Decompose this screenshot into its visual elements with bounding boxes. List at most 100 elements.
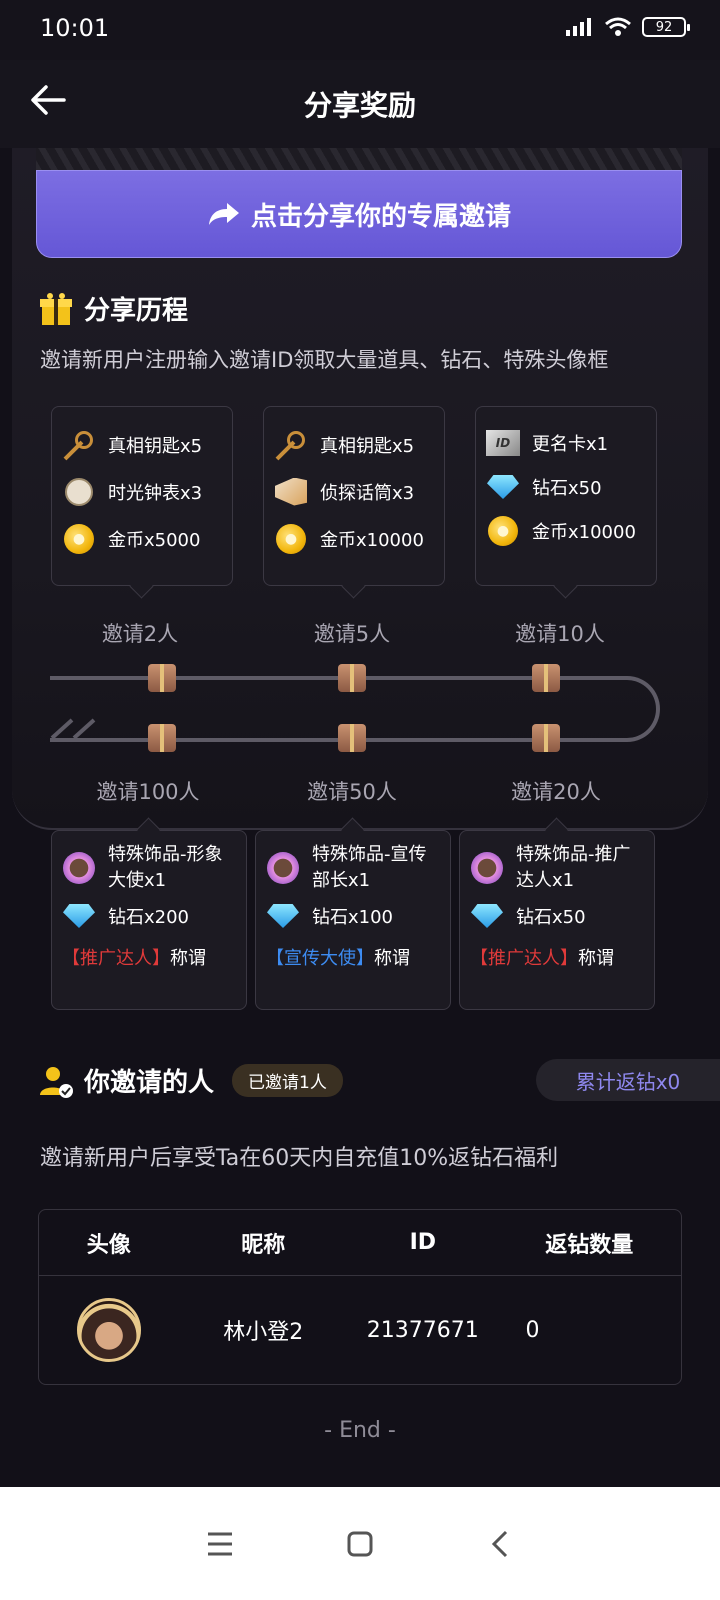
end-marker: - End - (324, 1418, 396, 1443)
reward-item: 钻石x200 (62, 895, 236, 937)
reward-item: 钻石x50 (470, 895, 644, 937)
reward-card-20: 特殊饰品-推广达人x1 钻石x50 【推广达人】 称谓 (459, 830, 655, 1010)
reward-item-text: 特殊饰品-形象大使x1 (108, 844, 223, 891)
title-badge: 【推广达人】 称谓 (470, 937, 644, 977)
badge-suffix: 称谓 (578, 948, 614, 969)
section-title-text: 你邀请的人 (84, 1068, 215, 1098)
reward-item: 真相钥匙x5 (62, 421, 222, 468)
reward-item-text: 真相钥匙x5 (320, 435, 415, 457)
diamond-icon (267, 904, 299, 928)
reward-item-text: 更名卡x1 (532, 434, 609, 455)
badge-suffix: 称谓 (374, 948, 410, 969)
track-end-slashes (50, 718, 96, 740)
reward-item: 侦探话筒x3 (274, 468, 434, 515)
reward-item-text: 钻石x100 (312, 907, 394, 928)
share-history-description: 邀请新用户注册输入邀请ID领取大量道具、钻石、特殊头像框 (40, 348, 609, 372)
invited-count-badge: 已邀请1人 (232, 1064, 343, 1097)
status-icons: 92 (564, 16, 690, 38)
status-time: 10:01 (40, 14, 110, 42)
invited-table: 头像 昵称 ID 返钻数量 林小登2 21377671 0 (38, 1209, 682, 1385)
chevron-left-icon (491, 1530, 508, 1557)
column-header: 头像 (86, 1232, 131, 1258)
reward-item-text: 金币x5000 (108, 529, 201, 551)
column-header: 返钻数量 (545, 1232, 634, 1258)
system-nav-bar (0, 1487, 720, 1600)
signal-icon (566, 18, 591, 36)
title-badge: 【宣传大使】 称谓 (266, 937, 440, 977)
reward-item: ● 金币x10000 (486, 509, 646, 553)
key-icon (275, 429, 307, 461)
badge-name: 【推广达人】 (62, 948, 170, 969)
reward-item: ● 金币x10000 (274, 515, 434, 562)
user-check-icon (40, 1066, 73, 1098)
back-button[interactable] (480, 1524, 520, 1564)
share-history-title: 分享历程 (38, 290, 188, 327)
section-title-text: 分享历程 (84, 296, 189, 326)
reward-card-50: 特殊饰品-宣传部长x1 钻石x100 【宣传大使】 称谓 (255, 830, 451, 1010)
battery-icon: 92 (642, 17, 690, 37)
battery-level: 92 (655, 19, 673, 35)
wifi-icon (605, 17, 631, 36)
badge-suffix: 称谓 (170, 948, 206, 969)
reward-item: 钻石x50 (486, 465, 646, 509)
avatar-frame-icon (63, 852, 95, 884)
gift-box-icon (338, 724, 366, 752)
reward-item: ● 金币x5000 (62, 515, 222, 562)
coin-icon: ● (276, 523, 306, 554)
coin-icon: ● (488, 516, 518, 546)
reward-item: 钻石x100 (266, 895, 440, 937)
reward-card-10: ID 更名卡x1 钻石x50 ● 金币x10000 (475, 406, 657, 586)
column-header: 昵称 (241, 1232, 286, 1258)
reward-item: 特殊饰品-形象大使x1 (62, 841, 236, 895)
key-icon (63, 429, 95, 461)
milestone-label: 邀请2人 (101, 622, 179, 646)
reward-item-text: 金币x10000 (532, 522, 636, 543)
rebate-total[interactable]: 累计返钻x0 (536, 1059, 720, 1101)
reward-item-text: 钻石x50 (532, 478, 602, 499)
title-badge: 【推广达人】 称谓 (62, 937, 236, 977)
badge-name: 【推广达人】 (470, 948, 578, 969)
reward-item-text: 侦探话筒x3 (320, 482, 415, 504)
gift-icon (40, 292, 72, 325)
gift-box-icon (532, 724, 560, 752)
id-card-icon: ID (486, 430, 520, 456)
banner-image (36, 148, 682, 172)
reward-item-text: 特殊饰品-宣传部长x1 (312, 844, 427, 891)
badge-name: 【宣传大使】 (266, 948, 374, 969)
milestone-label: 邀请100人 (96, 780, 200, 804)
nickname-cell: 林小登2 (223, 1320, 304, 1345)
gift-box-icon (532, 664, 560, 692)
home-button[interactable] (340, 1524, 380, 1564)
milestone-label: 邀请10人 (515, 622, 605, 646)
gift-box-icon (148, 724, 176, 752)
reward-item-text: 钻石x50 (516, 907, 586, 928)
menu-icon (208, 1532, 232, 1555)
reward-item-text: 特殊饰品-推广达人x1 (516, 844, 631, 891)
share-invite-button[interactable]: 点击分享你的专属邀请 (36, 170, 682, 258)
share-button-label: 点击分享你的专属邀请 (250, 201, 511, 232)
page-title: 分享奖励 (303, 89, 416, 122)
reward-item: 真相钥匙x5 (274, 421, 434, 468)
reward-item-text: 真相钥匙x5 (108, 435, 203, 457)
reward-item: ID 更名卡x1 (486, 421, 646, 465)
reward-card-2: 真相钥匙x5 时光钟表x3 ● 金币x5000 (51, 406, 233, 586)
reward-item: 时光钟表x3 (62, 468, 222, 515)
menu-button[interactable] (200, 1524, 240, 1564)
table-row: 林小登2 21377671 0 (39, 1276, 681, 1384)
megaphone-icon (275, 477, 307, 506)
gift-box-icon (338, 664, 366, 692)
reward-item-text: 钻石x200 (108, 907, 190, 928)
id-cell: 21377671 (366, 1317, 479, 1343)
milestone-label: 邀请20人 (511, 780, 601, 804)
share-arrow-icon (208, 203, 239, 225)
avatar[interactable] (76, 1298, 141, 1362)
rebate-cell: 0 (525, 1317, 540, 1343)
reward-card-5: 真相钥匙x5 侦探话筒x3 ● 金币x10000 (263, 406, 445, 586)
invited-title: 你邀请的人 已邀请1人 (38, 1062, 343, 1099)
coin-icon: ● (64, 523, 94, 554)
column-header: ID (409, 1230, 437, 1255)
diamond-icon (63, 904, 95, 928)
diamond-icon (487, 475, 519, 499)
reward-item-text: 金币x10000 (320, 529, 424, 551)
reward-item: 特殊饰品-宣传部长x1 (266, 841, 440, 895)
